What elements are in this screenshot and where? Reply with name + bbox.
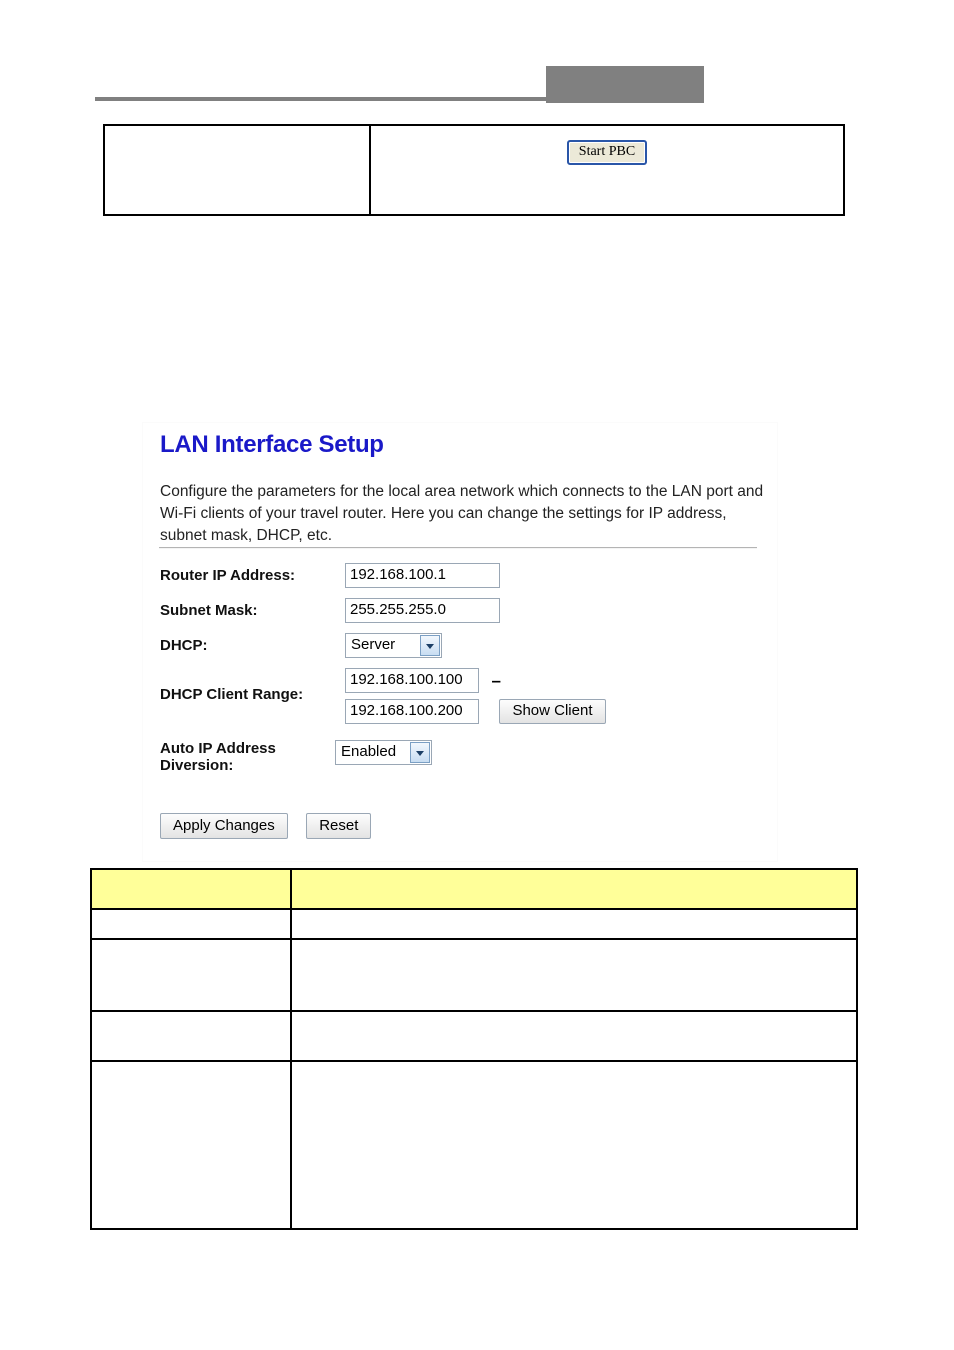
chevron-down-icon xyxy=(410,742,430,763)
header-logo-placeholder xyxy=(546,66,704,103)
page-title: LAN Interface Setup xyxy=(160,431,384,458)
table-cell xyxy=(290,1010,858,1062)
router-ip-label: Router IP Address: xyxy=(160,567,296,584)
show-client-button[interactable]: Show Client xyxy=(499,699,606,724)
table-cell xyxy=(90,1010,292,1062)
router-ip-input[interactable]: 192.168.100.1 xyxy=(345,563,500,588)
apply-changes-button[interactable]: Apply Changes xyxy=(160,813,288,839)
panel-divider xyxy=(159,547,757,549)
table-row xyxy=(90,1060,858,1230)
form-actions: Apply Changes Reset xyxy=(160,813,385,839)
form-row-subnet-mask: Subnet Mask: 255.255.255.0 xyxy=(160,598,760,623)
table-cell xyxy=(90,938,292,1012)
dhcp-label: DHCP: xyxy=(160,637,208,654)
table-row: Start PBC xyxy=(103,124,845,216)
auto-ip-diversion-select[interactable]: Enabled xyxy=(335,740,432,765)
form-row-dhcp: DHCP: Server xyxy=(160,633,760,658)
form-row-auto-ip-diversion: Auto IP Address Diversion: Enabled xyxy=(160,734,760,774)
table-body xyxy=(90,908,858,1230)
table-row xyxy=(90,1010,858,1062)
form-row-router-ip: Router IP Address: 192.168.100.1 xyxy=(160,563,760,588)
table-row xyxy=(90,908,858,940)
auto-ip-diversion-label: Auto IP Address Diversion: xyxy=(160,740,276,774)
dhcp-client-range-control: 192.168.100.100 – 192.168.100.200 Show C… xyxy=(345,668,760,724)
router-ip-control: 192.168.100.1 xyxy=(345,563,760,588)
auto-ip-diversion-control: Enabled xyxy=(335,734,760,765)
dhcp-control: Server xyxy=(345,633,760,658)
table-header-cell-1 xyxy=(90,868,292,910)
reset-button[interactable]: Reset xyxy=(306,813,372,839)
pbc-row-label-cell xyxy=(103,124,371,216)
table-cell xyxy=(290,908,858,940)
form-row-dhcp-client-range: DHCP Client Range: 192.168.100.100 – 192… xyxy=(160,668,760,724)
subnet-mask-label: Subnet Mask: xyxy=(160,602,258,619)
parameter-description-table xyxy=(90,868,858,1230)
panel-description: Configure the parameters for the local a… xyxy=(160,483,764,544)
dhcp-select[interactable]: Server xyxy=(345,633,442,658)
dhcp-range-start-line: 192.168.100.100 – xyxy=(345,668,760,693)
dhcp-client-range-label: DHCP Client Range: xyxy=(160,686,304,703)
table-cell xyxy=(290,938,858,1012)
start-pbc-button[interactable]: Start PBC xyxy=(566,140,648,165)
pbc-table: Start PBC xyxy=(103,124,845,216)
table-cell xyxy=(90,908,292,940)
table-header-cell-2 xyxy=(290,868,858,910)
header-divider-rule xyxy=(95,97,547,101)
dhcp-range-end-line: 192.168.100.200 Show Client xyxy=(345,699,760,724)
lan-interface-setup-panel: LAN Interface Setup Configure the parame… xyxy=(143,423,777,861)
document-header xyxy=(0,0,954,110)
dhcp-select-value: Server xyxy=(351,636,396,653)
table-cell xyxy=(90,1060,292,1230)
table-row xyxy=(90,938,858,1012)
chevron-down-icon xyxy=(420,635,440,656)
dhcp-range-start-input[interactable]: 192.168.100.100 xyxy=(345,668,479,693)
subnet-mask-input[interactable]: 255.255.255.0 xyxy=(345,598,500,623)
table-header-row xyxy=(90,868,858,910)
dhcp-range-end-input[interactable]: 192.168.100.200 xyxy=(345,699,479,724)
lan-settings-form: Router IP Address: 192.168.100.1 Subnet … xyxy=(160,563,760,784)
auto-ip-diversion-select-value: Enabled xyxy=(341,743,397,760)
subnet-mask-control: 255.255.255.0 xyxy=(345,598,760,623)
table-cell xyxy=(290,1060,858,1230)
pbc-row-control-cell: Start PBC xyxy=(369,124,845,216)
range-separator: – xyxy=(491,671,501,690)
